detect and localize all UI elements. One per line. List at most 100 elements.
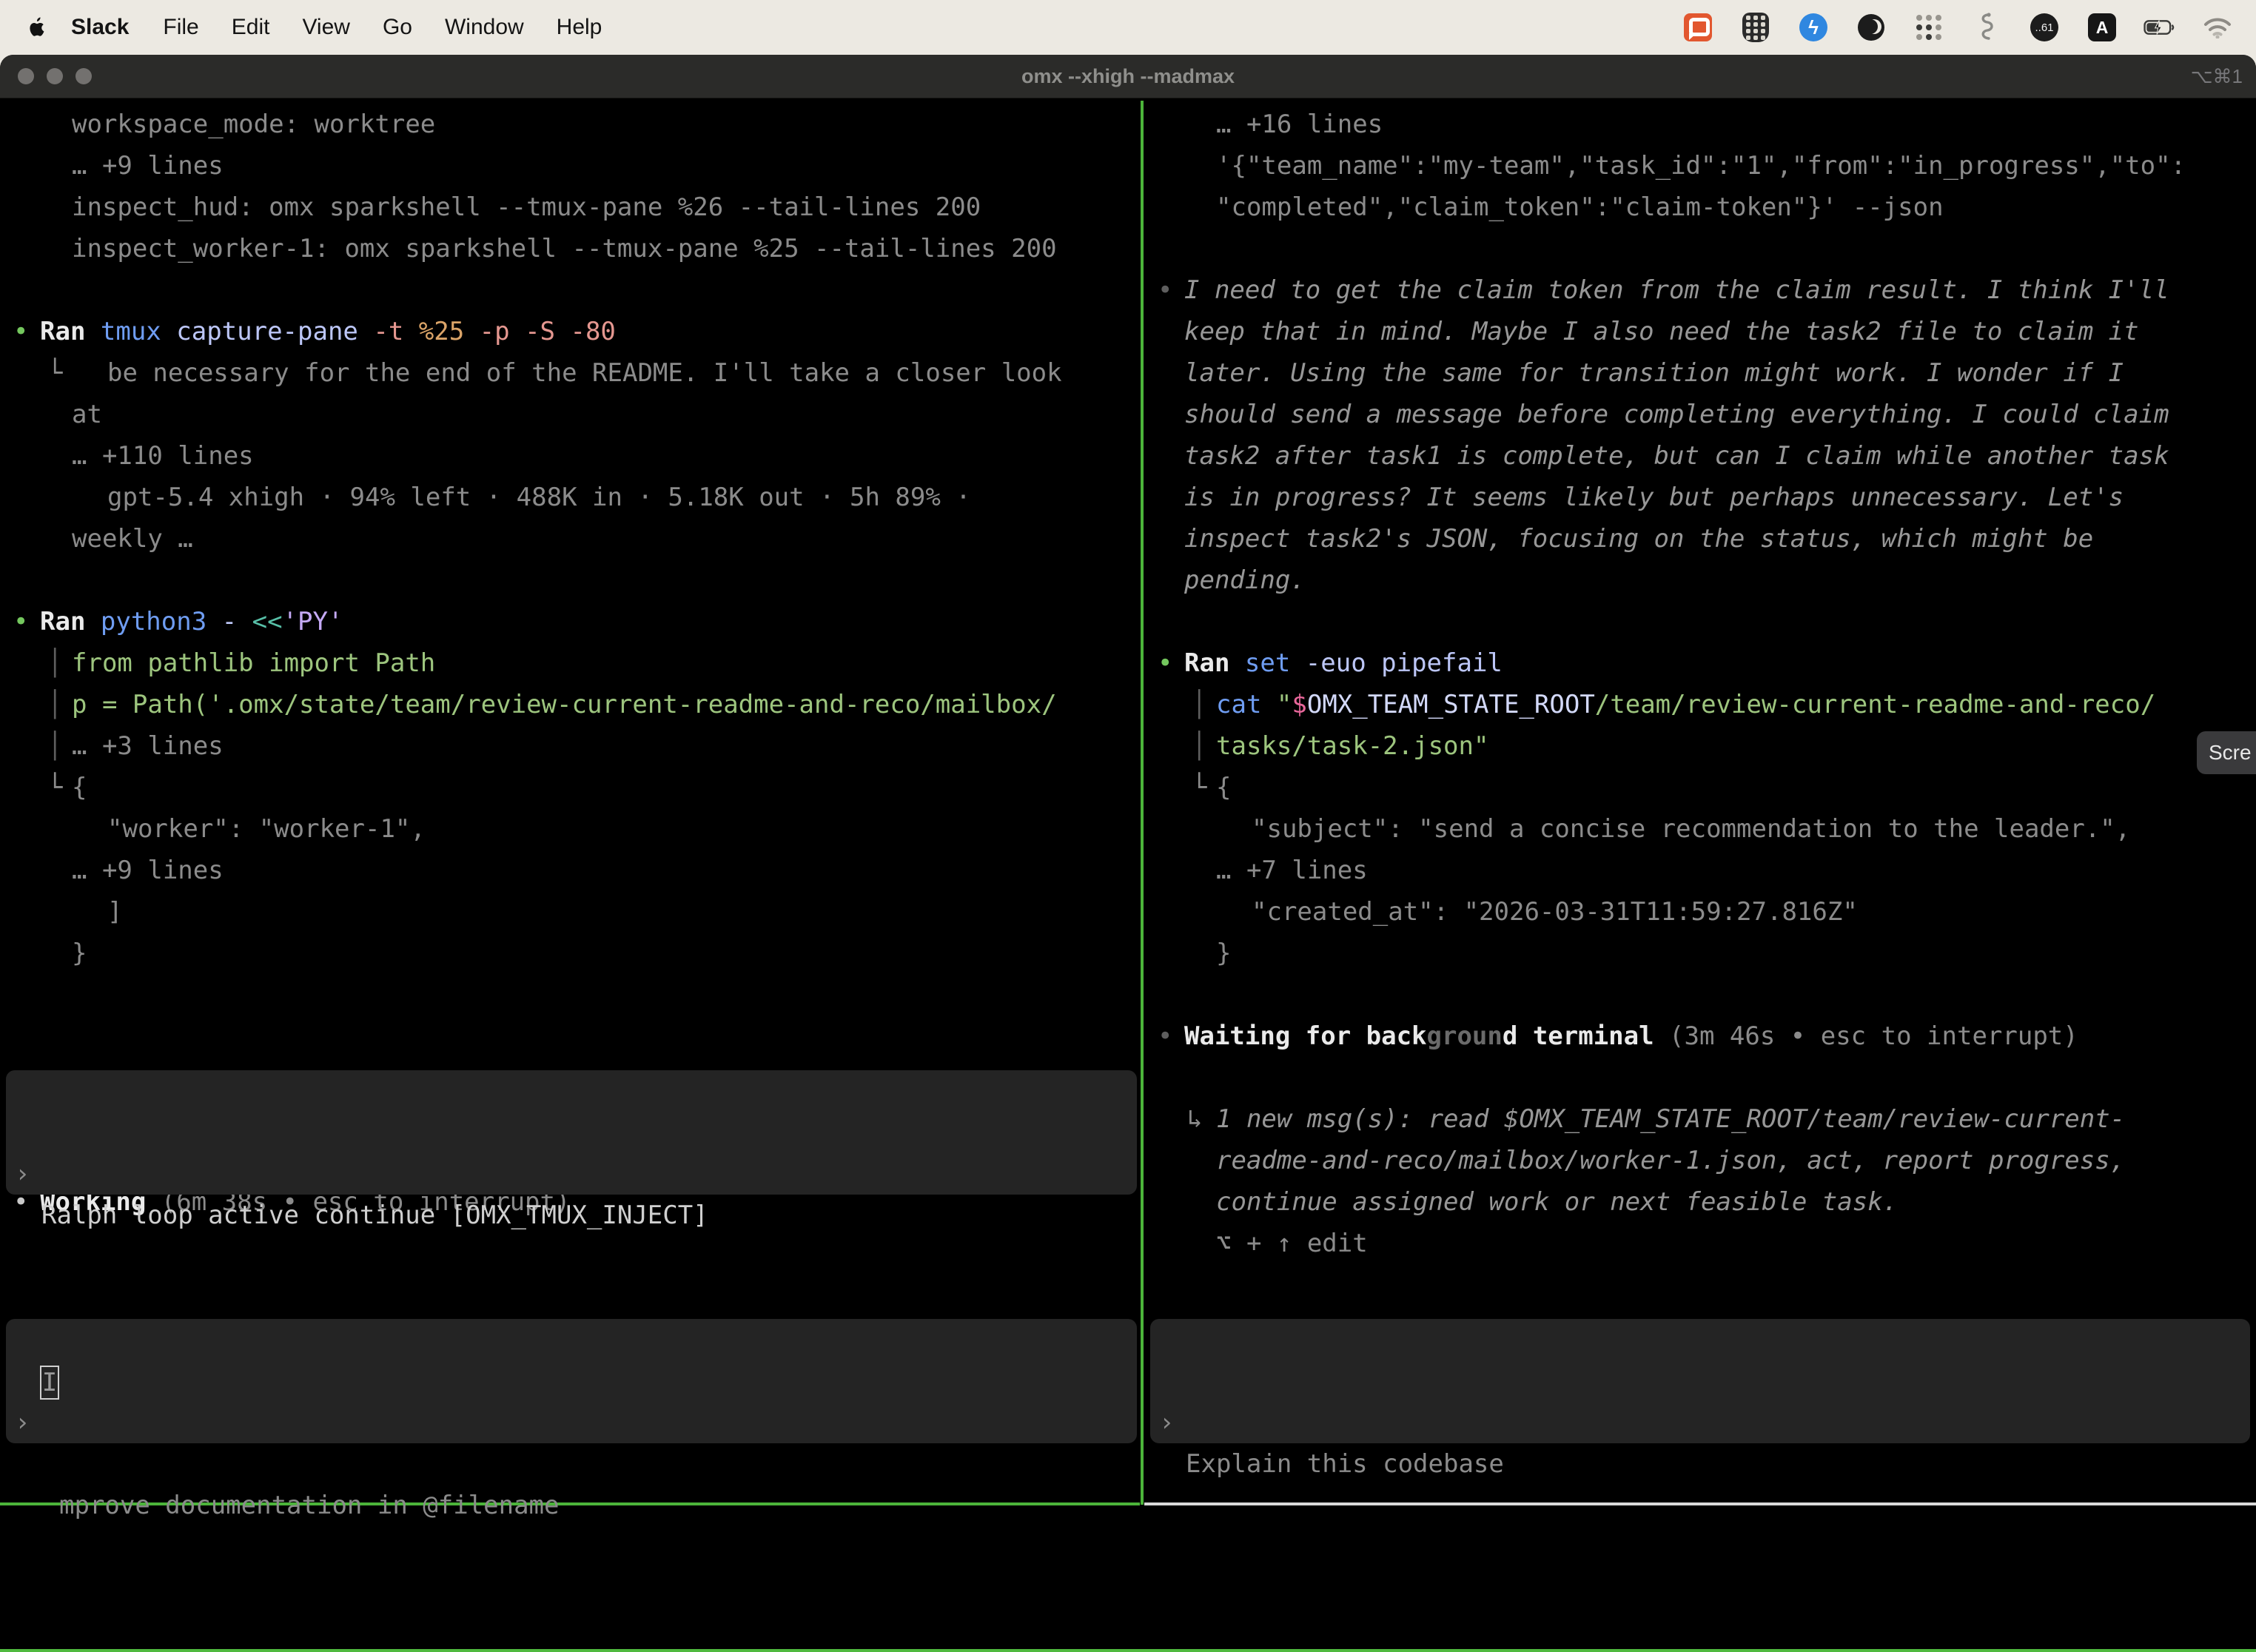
prompt-chevron-icon: › <box>15 1402 30 1443</box>
terminal-line: … +9 lines <box>0 850 1141 891</box>
pane-divider[interactable] <box>1141 101 1144 1505</box>
line-text: readme-and-reco/mailbox/worker-1.json, a… <box>1216 1140 2125 1181</box>
line-text: } <box>1216 933 1231 974</box>
terminal-line: … +7 lines <box>1144 850 2256 891</box>
menu-item-file[interactable]: File <box>147 0 215 55</box>
line-text: Waiting for background terminal (3m 46s … <box>1184 1015 2078 1057</box>
terminal-line: keep that in mind. Maybe I also need the… <box>1144 311 2256 352</box>
dot-grid-icon[interactable] <box>1913 11 1945 44</box>
menu-item-help[interactable]: Help <box>540 0 619 55</box>
menu-item-view[interactable]: View <box>286 0 366 55</box>
terminal-line: ] <box>0 891 1141 933</box>
prompt-chevron-icon: › <box>15 1153 30 1195</box>
line-text: inspect task2's JSON, focusing on the st… <box>1184 518 2093 560</box>
terminal-line: •Ran python3 - <<'PY' <box>0 601 1141 642</box>
composer-placeholder: mprove documentation in @filename <box>59 1485 560 1526</box>
battery-icon[interactable] <box>2143 11 2176 44</box>
chat-app-icon[interactable] <box>1682 11 1714 44</box>
line-text: "worker": "worker-1", <box>107 808 426 850</box>
composer-input-right[interactable]: › Explain this codebase <box>1150 1319 2250 1443</box>
gutter-glyph-icon: └ <box>47 352 62 394</box>
terminal-line: '{"team_name":"my-team","task_id":"1","f… <box>1144 145 2256 187</box>
terminal-line: "worker": "worker-1", <box>0 808 1141 850</box>
terminal-line: ↳ 1 new msg(s): read $OMX_TEAM_STATE_ROOT… <box>1144 1098 2256 1140</box>
terminal-line: "completed","claim_token":"claim-token"}… <box>1144 187 2256 228</box>
screen-edge-tooltip: Scre <box>2197 731 2256 774</box>
terminal-line: task2 after task1 is complete, but can I… <box>1144 435 2256 477</box>
keyboard-a-icon[interactable]: A <box>2086 11 2118 44</box>
apple-menu-icon[interactable] <box>22 16 52 39</box>
terminal-line: inspect_worker-1: omx sparkshell --tmux-… <box>0 228 1141 269</box>
menu-item-app[interactable]: Slack <box>52 0 147 55</box>
line-text: … +9 lines <box>72 145 224 187</box>
line-text: task2 after task1 is complete, but can I… <box>1184 435 2169 477</box>
line-text: ] <box>107 891 122 933</box>
line-text: … +3 lines <box>72 725 224 767</box>
terminal-line: later. Using the same for transition mig… <box>1144 352 2256 394</box>
squiggle-icon[interactable] <box>1970 11 2003 44</box>
line-text: { <box>72 767 87 808</box>
line-text: tasks/task-2.json" <box>1216 725 1488 767</box>
line-text: Ran set -euo pipefail <box>1184 642 1503 684</box>
terminal-line: │tasks/task-2.json" <box>1144 725 2256 767</box>
composer-placeholder: Explain this codebase <box>1186 1443 1504 1485</box>
terminal-line: pending. <box>1144 560 2256 601</box>
terminal-line: └be necessary for the end of the README.… <box>0 352 1141 394</box>
blue-bolt-icon[interactable]: ϟ <box>1797 11 1830 44</box>
line-text: 1 new msg(s): read $OMX_TEAM_STATE_ROOT/… <box>1216 1098 2125 1140</box>
line-text: } <box>72 933 87 974</box>
terminal-line: weekly … <box>0 518 1141 560</box>
terminal-window: omx --xhigh --madmax ⌥⌘1 workspace_mode:… <box>0 55 2256 1652</box>
gutter-glyph-icon: │ <box>1192 684 1206 725</box>
terminal-line: inspect task2's JSON, focusing on the st… <box>1144 518 2256 560</box>
line-text: from pathlib import Path <box>72 642 435 684</box>
terminal-line: } <box>1144 933 2256 974</box>
pane-right-bottom-border <box>1144 1502 2256 1505</box>
terminal-line: } <box>0 933 1141 974</box>
pie-crescent-icon[interactable] <box>1855 11 1887 44</box>
menu-item-window[interactable]: Window <box>429 0 540 55</box>
composer-left-line: › I mprove documentation in @filename <box>6 1360 1137 1402</box>
line-text: is in progress? It seems likely but perh… <box>1184 477 2124 518</box>
composer-input-left[interactable]: › I mprove documentation in @filename <box>6 1319 1137 1443</box>
bullet-icon: • <box>13 601 28 642</box>
menu-item-edit[interactable]: Edit <box>215 0 286 55</box>
ralph-loop-banner: › Ralph loop active continue [OMX_TMUX_I… <box>6 1070 1137 1195</box>
tmux-status-bar: [omx-cczip0:bash* "MacBook-Pro-44.local"… <box>0 1649 2256 1652</box>
bullet-icon: • <box>1158 642 1172 684</box>
line-text: { <box>1216 767 1231 808</box>
terminal-line: ⌥ + ↑ edit <box>1144 1223 2256 1264</box>
text-cursor: I <box>40 1366 59 1400</box>
line-text: "completed","claim_token":"claim-token"}… <box>1216 187 1944 228</box>
shield-grid-icon[interactable] <box>1739 11 1772 44</box>
terminal-line: … +110 lines <box>0 435 1141 477</box>
macos-menu-bar: Slack File Edit View Go Window Help ϟ ..… <box>0 0 2256 55</box>
terminal-line: •I need to get the claim token from the … <box>1144 269 2256 311</box>
line-text: gpt-5.4 xhigh · 94% left · 488K in · 5.1… <box>107 477 971 518</box>
composer-right-line: › Explain this codebase <box>1150 1360 2250 1402</box>
bullet-icon: • <box>1158 269 1172 311</box>
bullet-icon: • <box>1158 1015 1172 1057</box>
line-text: should send a message before completing … <box>1184 394 2169 435</box>
wifi-icon[interactable] <box>2201 11 2234 44</box>
timer-61-icon[interactable]: ..61 <box>2028 11 2061 44</box>
terminal-line: │… +3 lines <box>0 725 1141 767</box>
gutter-glyph-icon: ↳ <box>1187 1098 1202 1140</box>
terminal-line: inspect_hud: omx sparkshell --tmux-pane … <box>0 187 1141 228</box>
menu-status-icons: ϟ ..61 A <box>1682 11 2256 44</box>
terminal-line: •Ran tmux capture-pane -t %25 -p -S -80 <box>0 311 1141 352</box>
terminal-line: "subject": "send a concise recommendatio… <box>1144 808 2256 850</box>
ralph-loop-line: › Ralph loop active continue [OMX_TMUX_I… <box>6 1112 1137 1153</box>
line-text: … +110 lines <box>72 435 254 477</box>
prompt-chevron-icon: › <box>1159 1402 1174 1443</box>
line-text: … +9 lines <box>72 850 224 891</box>
terminal-line: • Ran set -euo pipefail <box>1144 642 2256 684</box>
gutter-glyph-icon: │ <box>1192 725 1206 767</box>
line-text: "created_at": "2026-03-31T11:59:27.816Z" <box>1252 891 1858 933</box>
terminal-line: • Waiting for background terminal (3m 46s… <box>1144 1015 2256 1057</box>
terminal-line: … +9 lines <box>0 145 1141 187</box>
menu-item-go[interactable]: Go <box>366 0 429 55</box>
line-text: workspace_mode: worktree <box>72 104 435 145</box>
bullet-icon: • <box>13 311 28 352</box>
terminal-line: continue assigned work or next feasible … <box>1144 1181 2256 1223</box>
